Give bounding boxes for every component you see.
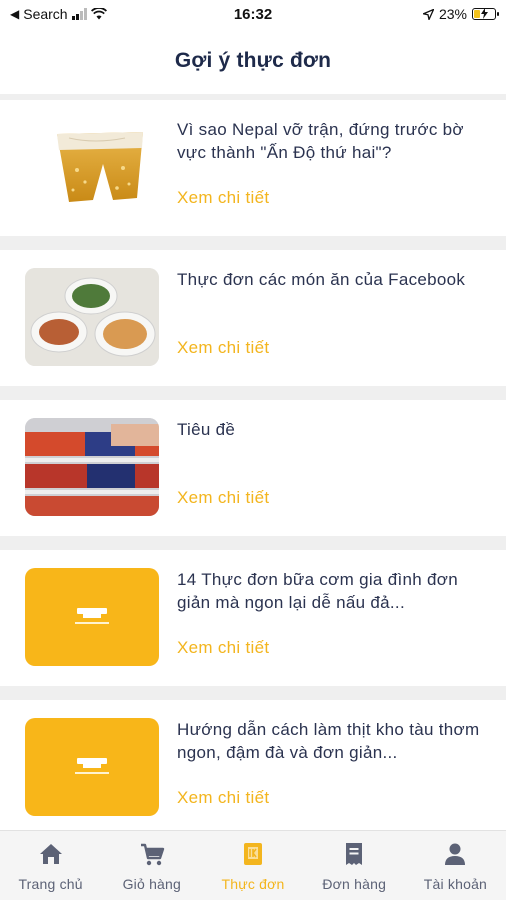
tab-cart[interactable]: Giỏ hàng [101,831,202,900]
article-card[interactable]: Vì sao Nepal vỡ trận, đứng trước bờ vực … [0,100,506,236]
battery-icon [472,8,499,20]
article-title[interactable]: 14 Thực đơn bữa cơm gia đình đơn giản mà… [177,568,487,614]
bottom-tab-bar: Trang chủ Giỏ hàng Thực đơn Đơn hàng Tài… [0,830,506,900]
tab-orders[interactable]: Đơn hàng [304,831,405,900]
user-icon [445,843,466,865]
receipt-icon [346,843,363,865]
brand-logo-icon [75,758,109,774]
article-card[interactable]: Hướng dẫn cách làm thịt kho tàu thơm ngo… [0,700,506,836]
view-details-link[interactable]: Xem chi tiết [177,488,269,508]
article-title[interactable]: Vì sao Nepal vỡ trận, đứng trước bờ vực … [177,118,487,164]
store-shelf-image [25,418,159,516]
status-bar: ◀ Search 16:32 23% [0,0,506,28]
tab-menu[interactable]: Thực đơn [202,831,303,900]
food-dishes-image [25,268,159,366]
tab-orders-label: Đơn hàng [322,876,387,892]
article-card[interactable]: Tiêu đề Xem chi tiết [0,400,506,536]
menu-book-icon [244,843,262,865]
tab-account-label: Tài khoản [423,876,488,892]
home-icon [39,844,62,864]
placeholder-logo-image [25,718,159,816]
charging-bolt-icon [481,8,488,19]
view-details-link[interactable]: Xem chi tiết [177,788,269,808]
page-title: Gợi ý thực đơn [174,49,332,72]
cart-icon [140,843,164,866]
article-title[interactable]: Tiêu đề [177,418,487,441]
battery-percent: 23% [438,6,467,22]
tab-home[interactable]: Trang chủ [0,831,101,900]
location-arrow-icon [422,8,434,20]
tab-home-label: Trang chủ [18,876,83,892]
article-title[interactable]: Hướng dẫn cách làm thịt kho tàu thơm ngo… [177,718,487,764]
article-title[interactable]: Thực đơn các món ăn của Facebook [177,268,487,291]
tab-menu-label: Thực đơn [221,876,285,892]
brand-logo-icon [75,608,109,624]
article-card[interactable]: Thực đơn các món ăn của Facebook Xem chi… [0,250,506,386]
page-header: Gợi ý thực đơn [0,28,506,94]
view-details-link[interactable]: Xem chi tiết [177,338,269,358]
view-details-link[interactable]: Xem chi tiết [177,638,269,658]
beer-shorts-image [25,118,159,216]
view-details-link[interactable]: Xem chi tiết [177,188,269,208]
tab-cart-label: Giỏ hàng [122,876,182,892]
tab-account[interactable]: Tài khoản [405,831,506,900]
article-card[interactable]: 14 Thực đơn bữa cơm gia đình đơn giản mà… [0,550,506,686]
placeholder-logo-image [25,568,159,666]
